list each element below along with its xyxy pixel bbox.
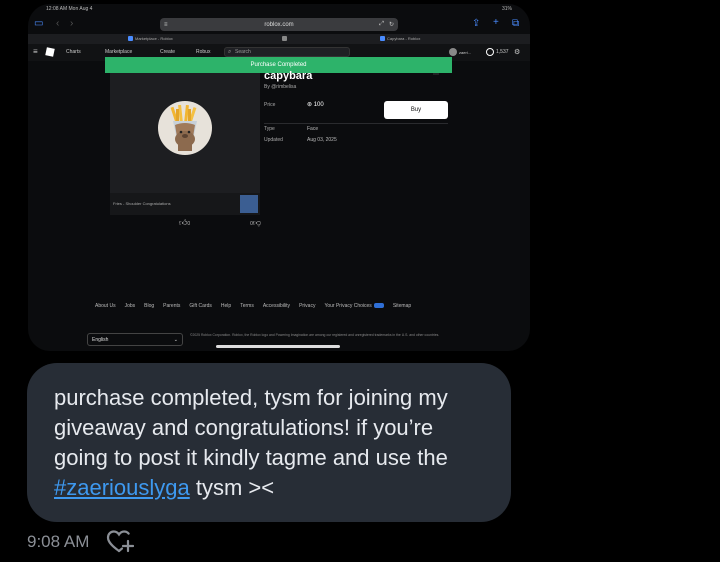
more-options-icon[interactable]: ⋯ bbox=[433, 71, 439, 78]
message-text-part: purchase completed, tysm for joining my … bbox=[54, 385, 448, 470]
status-time: 12:08 AM Mon Aug 4 bbox=[46, 6, 93, 12]
hashtag-link[interactable]: #zaeriouslyga bbox=[54, 475, 190, 500]
roblox-favicon-icon bbox=[380, 36, 385, 41]
heart-plus-icon[interactable] bbox=[106, 529, 134, 555]
tab-blank[interactable] bbox=[282, 36, 287, 41]
reload-icon[interactable]: ↻ bbox=[389, 21, 394, 28]
tab-label: Capybara - Roblox bbox=[387, 36, 421, 41]
footer-link[interactable]: Accessibility bbox=[263, 303, 290, 309]
status-bar: 12:08 AM Mon Aug 4 31% bbox=[28, 4, 530, 14]
nav-charts[interactable]: Charts bbox=[66, 49, 81, 55]
message-text: purchase completed, tysm for joining my … bbox=[54, 383, 484, 503]
forward-icon[interactable]: › bbox=[70, 19, 73, 29]
tab-label: Marketplace - Roblox bbox=[135, 36, 173, 41]
menu-icon[interactable]: ≡ bbox=[33, 47, 38, 56]
message-text-part: tysm >< bbox=[189, 475, 275, 500]
footer-links: About Us Jobs Blog Parents Gift Cards He… bbox=[95, 303, 411, 309]
price-value: ⊛ 100 bbox=[307, 101, 324, 108]
thumbnail-caption: Fries - Shoulder Congratulations bbox=[110, 193, 260, 215]
address-bar[interactable]: ≡ roblox.com ⤢ ↻ bbox=[160, 18, 398, 31]
type-label: Type bbox=[264, 126, 275, 132]
item-title: capybara bbox=[264, 70, 313, 82]
footer-link[interactable]: Parents bbox=[163, 303, 180, 309]
footer-link[interactable]: Gift Cards bbox=[189, 303, 212, 309]
language-select[interactable]: English ⌄ bbox=[87, 333, 183, 346]
new-tab-icon[interactable]: + bbox=[493, 18, 499, 28]
roblox-logo-icon[interactable] bbox=[45, 47, 55, 57]
sidebar-icon[interactable]: ▭ bbox=[34, 19, 43, 29]
capybara-thumbnail bbox=[158, 101, 212, 155]
mini-preview[interactable] bbox=[240, 195, 258, 213]
footer-link[interactable]: Terms bbox=[240, 303, 254, 309]
robux-balance[interactable]: 1,537 bbox=[496, 49, 509, 55]
search-icon: ⌕ bbox=[228, 49, 232, 55]
nav-robux[interactable]: Robux bbox=[196, 49, 210, 55]
robux-icon[interactable] bbox=[486, 48, 494, 56]
like-group[interactable]: 👍︎0 bbox=[179, 218, 190, 228]
attached-screenshot[interactable]: 12:08 AM Mon Aug 4 31% ▭ ‹ › ≡ roblox.co… bbox=[28, 4, 530, 351]
roblox-favicon-icon bbox=[128, 36, 133, 41]
settings-gear-icon[interactable]: ⚙ bbox=[514, 48, 520, 56]
message-timestamp: 9:08 AM bbox=[27, 532, 90, 551]
robux-icon: ⊛ bbox=[307, 102, 313, 108]
translate-icon[interactable]: ⤢ bbox=[379, 21, 384, 28]
footer-link[interactable]: Sitemap bbox=[393, 303, 411, 309]
tab-marketplace[interactable]: Marketplace - Roblox bbox=[128, 36, 173, 41]
username[interactable]: zaeri... bbox=[459, 50, 471, 55]
footer-link[interactable]: Privacy bbox=[299, 303, 315, 309]
divider bbox=[264, 123, 448, 124]
vote-bar: 👍︎0 0👎︎ bbox=[179, 218, 261, 228]
language-value: English bbox=[92, 337, 109, 343]
footer-link[interactable]: Blog bbox=[144, 303, 154, 309]
copyright-text: ©2025 Roblox Corporation. Roblox, the Ro… bbox=[190, 333, 440, 337]
price-amount: 100 bbox=[313, 102, 324, 108]
footer-link[interactable]: Jobs bbox=[125, 303, 136, 309]
nav-create[interactable]: Create bbox=[160, 49, 175, 55]
nav-marketplace[interactable]: Marketplace bbox=[105, 49, 132, 55]
tab-capybara[interactable]: Capybara - Roblox bbox=[380, 36, 420, 41]
share-icon[interactable]: ⇪ bbox=[472, 19, 480, 29]
chevron-down-icon: ⌄ bbox=[173, 337, 178, 343]
dislike-group[interactable]: 0👎︎ bbox=[250, 218, 261, 228]
tab-strip: Marketplace - Roblox Capybara - Roblox bbox=[28, 34, 530, 44]
footer-link[interactable]: Your Privacy Choices bbox=[324, 303, 384, 309]
avatar[interactable] bbox=[449, 48, 457, 56]
message-bubble[interactable]: purchase completed, tysm for joining my … bbox=[27, 363, 511, 522]
privacy-toggle-icon bbox=[373, 303, 384, 309]
price-label: Price bbox=[264, 102, 276, 108]
url-text: roblox.com bbox=[264, 21, 294, 28]
buy-button[interactable]: Buy bbox=[384, 101, 448, 119]
item-thumbnail-panel: Fries - Shoulder Congratulations bbox=[110, 73, 260, 215]
search-input[interactable]: ⌕ Search bbox=[224, 47, 350, 57]
thumbs-down-icon[interactable]: 👎︎ bbox=[253, 218, 261, 227]
footer-link[interactable]: About Us bbox=[95, 303, 116, 309]
footer-link[interactable]: Help bbox=[221, 303, 231, 309]
type-value[interactable]: Face bbox=[307, 126, 318, 132]
status-battery: 31% bbox=[501, 6, 512, 12]
blank-favicon-icon bbox=[282, 36, 287, 41]
caption-text: Fries - Shoulder Congratulations bbox=[113, 201, 171, 206]
privacy-choices-label: Your Privacy Choices bbox=[324, 303, 372, 309]
tabs-overview-icon[interactable]: ⧉ bbox=[512, 19, 519, 29]
item-creator[interactable]: By @rimbelisa bbox=[264, 84, 296, 90]
like-count: 0 bbox=[187, 221, 191, 227]
home-indicator bbox=[216, 345, 340, 348]
reader-icon[interactable]: ≡ bbox=[164, 22, 168, 28]
fries-capybara-image bbox=[170, 105, 197, 151]
updated-label: Updated bbox=[264, 137, 283, 143]
browser-toolbar: ▭ ‹ › ≡ roblox.com ⤢ ↻ ⇪ + ⧉ bbox=[28, 14, 530, 34]
search-placeholder: Search bbox=[235, 49, 251, 55]
back-icon[interactable]: ‹ bbox=[56, 19, 59, 29]
updated-value: Aug 03, 2025 bbox=[307, 137, 337, 143]
